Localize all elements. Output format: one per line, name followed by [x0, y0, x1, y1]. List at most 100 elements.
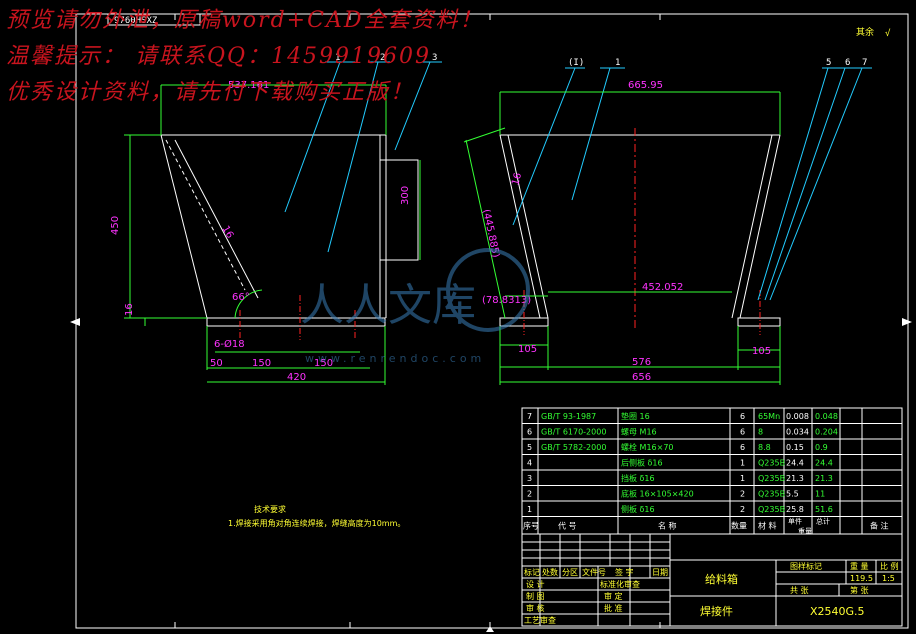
bom-header-mat: 材 料 [758, 521, 777, 531]
bom-unit-1: 25.8 [786, 505, 804, 514]
bom-qty-1: 2 [740, 505, 745, 514]
title-block: 标记 处数 分区 文件号 签 字 日期 设 计 制 图 审 核 工艺审查 标准化… [521, 533, 903, 627]
label-approve: 批 准 [604, 603, 623, 613]
left-dim-50: 50 [210, 358, 223, 369]
bom-no-1: 1 [527, 505, 532, 514]
left-angle: 16 [219, 224, 235, 241]
right-inner: 452.052 [642, 282, 683, 293]
bom-qty-4: 1 [740, 459, 745, 468]
bom-header-code: 代 号 [558, 521, 577, 531]
bom-total-1: 51.6 [815, 505, 833, 514]
left-overall: 420 [287, 372, 306, 383]
bom-unit-6: 0.034 [786, 428, 809, 437]
rev-count: 处数 [542, 567, 558, 577]
label-draw: 制 图 [526, 591, 545, 601]
label-scale: 比 例 [880, 561, 899, 571]
bom-no-5: 5 [527, 443, 532, 452]
bom-no-3: 3 [527, 474, 532, 483]
label-weight: 重 量 [850, 561, 869, 571]
bom-qty-6: 6 [740, 428, 745, 437]
bom-no-2: 2 [527, 490, 532, 499]
rev-sign: 签 字 [615, 567, 634, 577]
callout-I: (I) [568, 58, 584, 68]
right-overall: 656 [632, 372, 651, 383]
right-bottom: 576 [632, 357, 651, 368]
callout-7: 7 [862, 58, 867, 68]
site-url: www.renrendoc.com [305, 352, 485, 365]
bom-mat-5: 8.8 [758, 443, 771, 452]
callout-6: 6 [845, 58, 850, 68]
bom-name-7: 垫圈 16 [621, 411, 650, 421]
logo-text: 人人文库 [300, 280, 476, 331]
label-standard: 标准化审查 [600, 579, 640, 589]
bom-header-unit: 单件 [788, 517, 802, 526]
label-sheets: 共 张 [790, 586, 809, 595]
bom-total-7: 0.048 [815, 412, 838, 421]
rev-date: 日期 [652, 568, 668, 577]
bom-total-3: 21.3 [815, 474, 833, 483]
right-top-width: 665.95 [628, 80, 663, 91]
bom-name-6: 螺母 M16 [621, 427, 657, 437]
roughness-note: 其余 [856, 26, 874, 38]
drawing-frame [75, 13, 909, 629]
bom-mat-4: Q235B [758, 459, 785, 468]
label-check: 审 核 [526, 603, 545, 613]
bom-header-total: 总计 [816, 517, 830, 526]
bom-mat-1: Q235B [758, 505, 785, 514]
part-type: 焊接件 [700, 604, 733, 618]
bom-header-name: 名 称 [658, 521, 677, 531]
label-design: 设 计 [526, 579, 545, 589]
tb-weight: 119.5 [850, 574, 873, 583]
watermark-line-1: 预览请勿外泄，原稿word+CAD全套资料！ [6, 8, 484, 33]
bom-total-5: 0.9 [815, 443, 828, 452]
bom-no-4: 4 [527, 459, 532, 468]
bom-qty-3: 1 [740, 474, 745, 483]
bom-std-6: GB/T 6170-2000 [541, 428, 606, 437]
watermark-line-3: 优秀设计资料，请先付下载购买正版！ [6, 80, 415, 105]
bom-unit-3: 21.3 [786, 474, 804, 483]
left-base-angle: 66° [232, 292, 250, 303]
label-sheet: 第 张 [850, 585, 869, 595]
bom-total-2: 11 [815, 490, 825, 499]
bom-mat-3: Q235B [758, 474, 785, 483]
bom-qty-5: 6 [740, 443, 745, 452]
rev-mark: 标记 [524, 567, 540, 577]
left-plate-thick: 16 [124, 303, 135, 316]
rev-zone: 分区 [562, 568, 578, 577]
part-name: 给料箱 [705, 572, 738, 586]
label-process: 工艺审查 [524, 615, 556, 625]
bom-header-no: 序号 [523, 521, 539, 531]
right-left-margin: 105 [518, 344, 537, 355]
left-height: 450 [110, 216, 121, 235]
bom-name-4: 后侧板 δ16 [621, 458, 663, 468]
label-stage: 图样标记 [790, 561, 822, 571]
callout-5: 5 [826, 58, 831, 68]
bom-qty-2: 2 [740, 490, 745, 499]
left-dim-150a: 150 [252, 358, 271, 369]
left-holes: 6-Ø18 [214, 338, 245, 350]
roughness-symbol: √ [885, 28, 891, 39]
right-angle: 16 [510, 172, 524, 187]
bom-mat-7: 65Mn [758, 412, 780, 421]
bom-name-2: 底板 16×105×420 [621, 489, 694, 499]
bom-std-7: GB/T 93-1987 [541, 412, 596, 421]
bom-unit-5: 0.15 [786, 443, 804, 452]
bom-unit-7: 0.008 [786, 412, 809, 421]
tech-req-text: 1.焊接采用角对角连续焊接，焊缝高度为10mm。 [228, 518, 405, 528]
bom-unit-2: 5.5 [786, 490, 799, 499]
bom-std-5: GB/T 5782-2000 [541, 443, 606, 452]
rev-file: 文件号 [582, 567, 606, 577]
bom-no-6: 6 [527, 428, 532, 437]
tb-scale: 1:5 [882, 574, 895, 583]
bom-qty-7: 6 [740, 412, 745, 421]
right-view: 665.95 16 (445.885) (78.8313) 452.052 10… [463, 58, 872, 385]
bom-total-4: 24.4 [815, 459, 833, 468]
bom-unit-4: 24.4 [786, 459, 804, 468]
drawing-number: X2540G.5 [810, 605, 865, 618]
bom-no-7: 7 [527, 412, 532, 421]
left-inner-height: 300 [400, 186, 411, 205]
bom-table: 7 GB/T 93-1987 垫圈 16 6 65Mn 0.008 0.048 6 GB/T 6… [521, 407, 903, 536]
bom-mat-6: 8 [758, 428, 763, 437]
right-right-margin: 105 [752, 346, 771, 357]
label-review: 审 定 [604, 591, 623, 601]
